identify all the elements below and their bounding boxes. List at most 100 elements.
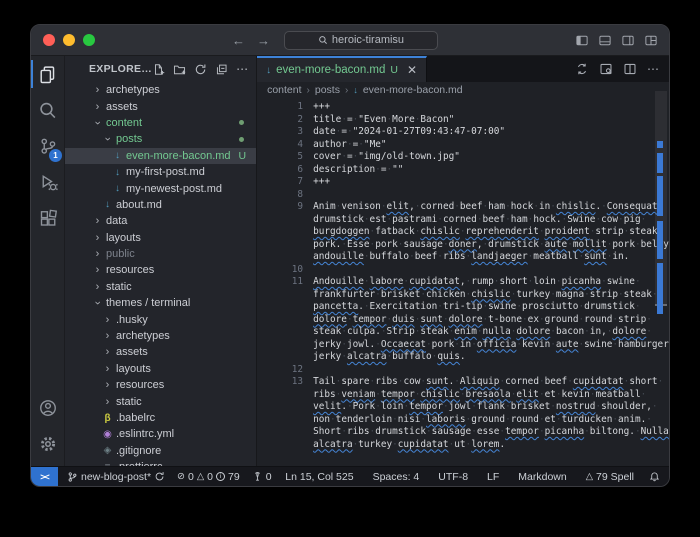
tree-item-content[interactable]: › content bbox=[65, 115, 256, 131]
overview-ruler-mark bbox=[657, 221, 663, 259]
tree-item-resources[interactable]: › resources bbox=[65, 262, 256, 278]
minimize-button[interactable] bbox=[63, 34, 75, 46]
activitybar-accounts[interactable] bbox=[31, 390, 64, 426]
remote-indicator[interactable]: >< bbox=[31, 467, 58, 486]
tree-item-label: my-newest-post.md bbox=[126, 182, 222, 195]
tree-item-label: layouts bbox=[116, 362, 151, 375]
tree-item-layouts[interactable]: › layouts bbox=[65, 230, 256, 246]
tree-item-even-more-bacon.md[interactable]: ↓ even-more-bacon.md U bbox=[65, 147, 257, 164]
diagnostics-item[interactable]: ⊘ 0 △ 0 79 bbox=[173, 471, 244, 483]
tree-item-layouts[interactable]: › layouts bbox=[65, 361, 256, 377]
warning-count: 0 bbox=[207, 470, 214, 483]
misspelled-word: velit bbox=[313, 401, 342, 412]
activitybar-extensions[interactable] bbox=[31, 200, 64, 236]
refresh-explorer-icon[interactable] bbox=[194, 63, 207, 76]
spell-checker-item[interactable]: △ 79 Spell bbox=[582, 471, 638, 483]
run-debug-icon bbox=[42, 174, 58, 191]
spell-count: 79 Spell bbox=[596, 470, 634, 483]
tree-item-about.md[interactable]: ↓ about.md bbox=[65, 197, 256, 213]
tree-item-.prettierrc[interactable]: ≡.prettierrc bbox=[65, 459, 256, 466]
chevron-right-icon: › bbox=[95, 215, 100, 228]
history-back-icon[interactable]: ← bbox=[232, 33, 245, 48]
tree-item-public[interactable]: › public bbox=[65, 246, 256, 262]
history-forward-icon[interactable]: → bbox=[257, 33, 270, 48]
close-button[interactable] bbox=[43, 34, 55, 46]
editor-more-actions-icon[interactable]: ⋯ bbox=[647, 63, 659, 75]
new-folder-icon[interactable] bbox=[173, 63, 186, 76]
close-tab-icon[interactable]: ✕ bbox=[407, 63, 417, 77]
activitybar-search[interactable] bbox=[31, 92, 64, 128]
toggle-panel-icon[interactable] bbox=[598, 34, 612, 47]
open-changes-icon[interactable] bbox=[575, 62, 589, 76]
misspelled-word: cupidatat bbox=[409, 276, 460, 287]
cursor-position[interactable]: Ln 15, Col 525 bbox=[281, 471, 357, 483]
tree-item-assets[interactable]: › assets bbox=[65, 344, 256, 360]
files-icon bbox=[40, 65, 55, 83]
tree-item-posts[interactable]: › posts bbox=[65, 131, 256, 147]
code-line-3: 3 date = "2024-01-27T09:43:47-07:00" bbox=[257, 126, 669, 139]
command-center-search[interactable]: heroic-tiramisu bbox=[284, 30, 438, 50]
notifications-bell-icon[interactable] bbox=[649, 471, 660, 483]
activitybar-run-debug[interactable] bbox=[31, 164, 64, 200]
breadcrumb-file[interactable]: even-more-bacon.md bbox=[363, 84, 463, 96]
tree-item-assets[interactable]: › assets bbox=[65, 98, 256, 114]
tree-item-archetypes[interactable]: › archetypes bbox=[65, 328, 256, 344]
code-line-1: 1 +++ bbox=[257, 101, 669, 114]
line-number: 4 bbox=[297, 138, 304, 150]
line-text bbox=[313, 189, 669, 202]
tree-item-resources[interactable]: › resources bbox=[65, 377, 256, 393]
eol-sequence[interactable]: LF bbox=[483, 471, 503, 483]
activitybar-explorer[interactable] bbox=[31, 56, 64, 92]
error-count: 0 bbox=[188, 470, 194, 483]
git-branch-item[interactable]: new-blog-post* bbox=[63, 471, 169, 483]
chevron-right-icon: › bbox=[105, 346, 110, 359]
chevron-right-icon: › bbox=[105, 395, 110, 408]
explorer-more-actions-icon[interactable]: ⋯ bbox=[236, 63, 248, 75]
code-line-13: 13 Tail spare ribs cow sunt. Aliquip corn… bbox=[257, 376, 669, 451]
misspelled-word: duis bbox=[392, 313, 415, 325]
collapse-folders-icon[interactable] bbox=[215, 63, 228, 76]
tree-item-data[interactable]: › data bbox=[65, 213, 256, 229]
activitybar-settings[interactable] bbox=[31, 426, 64, 462]
tree-item-.eslintrc.yml[interactable]: ◉ .eslintrc.yml bbox=[65, 426, 256, 442]
indentation[interactable]: Spaces: 4 bbox=[369, 471, 424, 483]
misspelled-word: tempor bbox=[409, 401, 443, 412]
tree-item-.gitignore[interactable]: ◈ .gitignore bbox=[65, 443, 256, 459]
screen: ← → heroic-tiramisu 1 EXPLORE… ⋯ › arche… bbox=[0, 0, 700, 537]
tab-even-more-bacon[interactable]: ↓ even-more-bacon.md U ✕ bbox=[257, 56, 428, 82]
misspelled-word: tempor bbox=[352, 313, 387, 325]
split-editor-icon[interactable] bbox=[623, 62, 637, 76]
tree-item-.husky[interactable]: › .husky bbox=[65, 311, 256, 327]
editor-content[interactable]: 1 +++ 2 title = "Even More Bacon" 3 date = "2… bbox=[257, 98, 669, 466]
line-number: 12 bbox=[291, 363, 304, 375]
tree-item-label: resources bbox=[106, 264, 155, 277]
broadcast-item[interactable]: 0 bbox=[248, 471, 276, 483]
tree-item-static[interactable]: › static bbox=[65, 393, 256, 409]
gear-icon bbox=[40, 436, 55, 452]
misspelled-word: proident bbox=[544, 226, 590, 237]
breadcrumb-content[interactable]: content bbox=[267, 84, 301, 96]
misspelled-word: sunt bbox=[426, 376, 449, 387]
tree-item-static[interactable]: › static bbox=[65, 279, 256, 295]
tree-item-themes-terminal[interactable]: › themes / terminal bbox=[65, 295, 256, 311]
customize-layout-icon[interactable] bbox=[644, 34, 658, 47]
encoding[interactable]: UTF-8 bbox=[434, 471, 472, 483]
tree-item-my-first-post.md[interactable]: ↓ my-first-post.md bbox=[65, 164, 256, 180]
line-text: +++ bbox=[313, 176, 331, 187]
tree-item-my-newest-post.md[interactable]: ↓ my-newest-post.md bbox=[65, 180, 256, 196]
misspelled-word: veniam bbox=[341, 388, 376, 400]
new-file-icon[interactable] bbox=[152, 63, 165, 76]
toggle-secondary-sidebar-icon[interactable] bbox=[621, 34, 635, 47]
open-preview-icon[interactable] bbox=[599, 62, 613, 76]
activitybar-source-control[interactable]: 1 bbox=[31, 128, 64, 164]
chevron-down-icon: › bbox=[101, 137, 114, 142]
tree-item-.babelrc[interactable]: β .babelrc bbox=[65, 410, 256, 426]
editor-group: ↓ even-more-bacon.md U ✕ ⋯ content › pos… bbox=[256, 56, 669, 466]
tab-label: even-more-bacon.md bbox=[276, 64, 386, 76]
toggle-primary-sidebar-icon[interactable] bbox=[575, 34, 589, 47]
breadcrumb-posts[interactable]: posts bbox=[315, 84, 340, 96]
zoom-button[interactable] bbox=[83, 34, 95, 46]
tree-item-archetypes[interactable]: › archetypes bbox=[65, 82, 256, 98]
language-mode[interactable]: Markdown bbox=[514, 471, 570, 483]
chevron-right-icon: › bbox=[105, 362, 110, 375]
